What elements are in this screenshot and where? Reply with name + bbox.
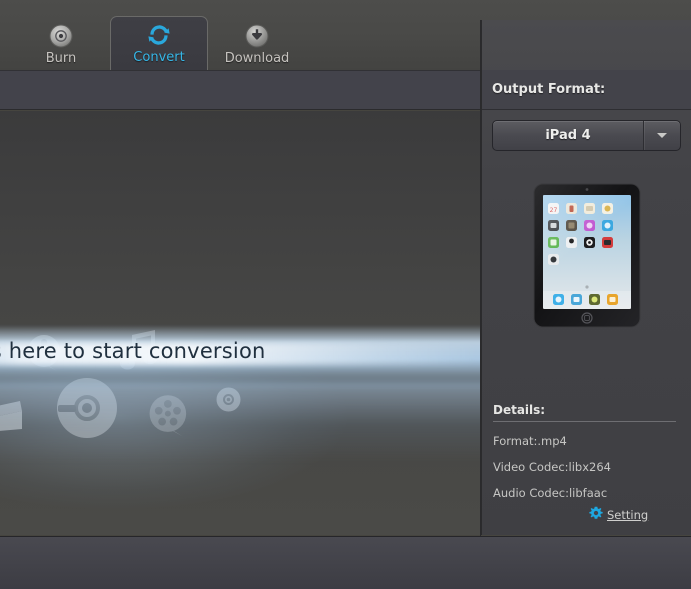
application-window: – ✕ [0, 0, 691, 589]
chevron-down-icon [657, 133, 667, 138]
tab-convert-label: Convert [133, 50, 185, 65]
download-circle-icon [244, 23, 270, 49]
detail-video-codec: Video Codec:libx264 [493, 460, 611, 474]
tab-convert[interactable]: Convert [110, 16, 208, 70]
disc-icon [48, 23, 74, 49]
output-format-header: Output Format: [482, 70, 691, 110]
output-format-dropdown-button[interactable] [643, 121, 680, 150]
output-format-title: Output Format: [492, 82, 606, 97]
output-format-select[interactable]: iPad 4 [492, 120, 681, 151]
detail-format: Format:.mp4 [493, 434, 567, 448]
output-format-value: iPad 4 [545, 128, 591, 143]
ipad-device-image: 27 [533, 183, 641, 328]
detail-audio-codec: Audio Codec:libfaac [493, 486, 608, 500]
tab-burn-label: Burn [45, 50, 77, 66]
drop-glow-reflection [0, 381, 480, 461]
tab-burn[interactable]: Burn [12, 18, 110, 70]
drop-instruction-text: a files here to start conversion [0, 339, 266, 363]
tab-download[interactable]: Download [208, 18, 306, 70]
output-format-panel: Output Format: iPad 4 Details: Format:.m… [481, 20, 691, 535]
secondary-toolbar [0, 70, 480, 110]
gear-icon [589, 505, 603, 524]
bottom-bar: Open Folder Merge all videos into one [0, 536, 691, 589]
refresh-arrows-icon [146, 22, 172, 48]
setting-link-label: Setting [607, 507, 649, 522]
tab-download-label: Download [224, 50, 290, 66]
tab-bar: Burn Convert Download [12, 16, 306, 70]
file-drop-area[interactable]: a files here to start conversion [0, 111, 480, 535]
setting-link[interactable]: Setting [589, 505, 648, 524]
details-title: Details: [493, 403, 676, 422]
